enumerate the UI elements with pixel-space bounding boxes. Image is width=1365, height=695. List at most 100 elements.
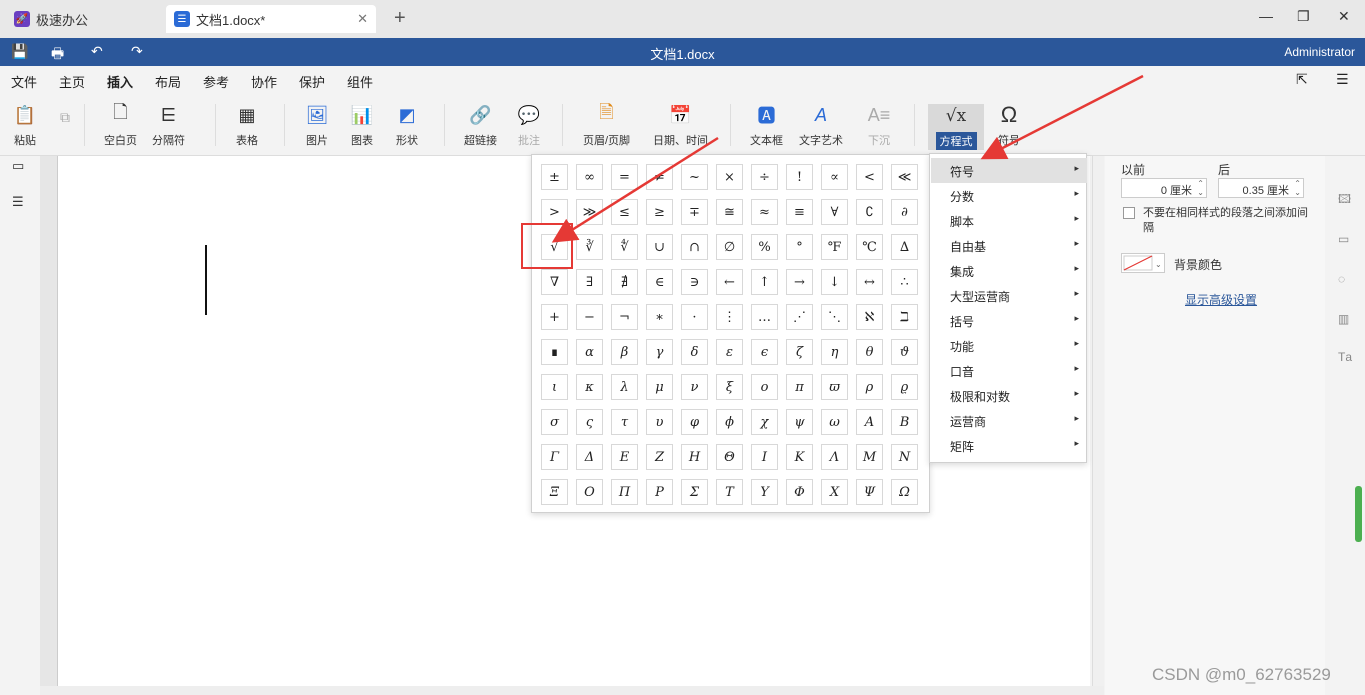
navigation-icon[interactable]: ☰ [12, 194, 24, 210]
symbol-cell[interactable]: ≡ [786, 199, 813, 225]
symbol-cell[interactable]: ∅ [716, 234, 743, 260]
picture-button[interactable]: 🖼 图片 [304, 102, 330, 148]
new-tab-button[interactable]: + [394, 7, 406, 30]
copy-icon[interactable]: ⧉ [52, 104, 78, 134]
menu-references[interactable]: 参考 [203, 72, 229, 91]
symbol-cell[interactable]: ν [681, 374, 708, 400]
symbol-cell[interactable]: ∇ [541, 269, 568, 295]
symbol-cell[interactable]: − [576, 304, 603, 330]
paste-button[interactable]: 📋 粘贴 [12, 102, 38, 148]
symbol-cell[interactable]: Ψ [856, 479, 883, 505]
symbol-cell[interactable]: ℵ [856, 304, 883, 330]
horizontal-scrollbar[interactable] [40, 686, 1104, 695]
symbol-cell[interactable]: ≈ [751, 199, 778, 225]
datetime-button[interactable]: 📅 日期、时间 [653, 102, 708, 148]
symbol-cell[interactable]: ≫ [576, 199, 603, 225]
menu-protect[interactable]: 保护 [299, 72, 325, 91]
symbol-cell[interactable]: ∪ [646, 234, 673, 260]
menu-item-equation-category[interactable]: 符号 ▸ [931, 158, 1087, 183]
symbol-cell[interactable]: ∗ [646, 304, 673, 330]
menu-item-equation-category[interactable]: 运营商 ▸ [931, 408, 1087, 433]
symbol-cell[interactable]: ⋱ [821, 304, 848, 330]
symbol-cell[interactable]: ↔ [856, 269, 883, 295]
symbol-cell[interactable]: + [541, 304, 568, 330]
symbol-cell[interactable]: ε [716, 339, 743, 365]
symbol-cell[interactable]: Ν [891, 444, 918, 470]
textbox-button[interactable]: 🅰 文本框 [750, 102, 783, 148]
symbol-cell[interactable]: ∆ [891, 234, 918, 260]
symbol-cell[interactable]: ∞ [576, 164, 603, 190]
symbol-cell[interactable]: ∋ [681, 269, 708, 295]
symbol-cell[interactable]: ς [576, 409, 603, 435]
menu-item-equation-category[interactable]: 大型运营商 ▸ [931, 283, 1087, 308]
minimize-icon[interactable]: — [1259, 8, 1273, 24]
symbol-cell[interactable]: ← [716, 269, 743, 295]
symbol-cell[interactable]: τ [611, 409, 638, 435]
symbol-cell[interactable]: Ω [891, 479, 918, 505]
dropcap-button[interactable]: A≡ 下沉 [866, 102, 892, 148]
menu-insert[interactable]: 插入 [107, 72, 134, 96]
chart-button[interactable]: 📊 图表 [349, 102, 375, 148]
symbol-cell[interactable]: → [786, 269, 813, 295]
symbol-cell[interactable]: = [611, 164, 638, 190]
symbol-cell[interactable]: · [681, 304, 708, 330]
symbol-cell[interactable]: ∛ [576, 234, 603, 260]
symbol-cell[interactable]: ∃ [576, 269, 603, 295]
symbol-cell[interactable]: ≅ [716, 199, 743, 225]
symbol-cell[interactable]: Ρ [646, 479, 673, 505]
menu-item-equation-category[interactable]: 矩阵 ▸ [931, 433, 1087, 458]
symbol-cell[interactable]: Φ [786, 479, 813, 505]
symbol-cell[interactable]: ° [786, 234, 813, 260]
symbol-cell[interactable]: Σ [681, 479, 708, 505]
symbol-cell[interactable]: ζ [786, 339, 813, 365]
symbol-cell[interactable]: ≠ [646, 164, 673, 190]
symbol-cell[interactable]: ~ [681, 164, 708, 190]
menu-home[interactable]: 主页 [59, 72, 85, 91]
comment-button[interactable]: 💬 批注 [516, 102, 542, 148]
symbol-cell[interactable]: η [821, 339, 848, 365]
chart-settings-icon[interactable]: ▥ [1338, 312, 1349, 326]
vertical-scrollbar[interactable] [1092, 156, 1104, 686]
symbol-cell[interactable]: Ο [576, 479, 603, 505]
symbol-cell[interactable]: χ [751, 409, 778, 435]
menu-item-equation-category[interactable]: 口音 ▸ [931, 358, 1087, 383]
symbol-cell[interactable]: Τ [716, 479, 743, 505]
close-icon[interactable]: ✕ [357, 11, 368, 27]
symbol-cell[interactable]: ψ [786, 409, 813, 435]
symbol-cell[interactable]: ο [751, 374, 778, 400]
symbol-cell[interactable]: ∄ [611, 269, 638, 295]
symbol-cell[interactable]: ℉ [821, 234, 848, 260]
symbol-cell[interactable]: Β [891, 409, 918, 435]
symbol-cell[interactable]: λ [611, 374, 638, 400]
symbol-cell[interactable]: ↑ [751, 269, 778, 295]
symbol-cell[interactable]: Η [681, 444, 708, 470]
symbol-cell[interactable]: σ [541, 409, 568, 435]
symbol-cell[interactable]: ϱ [891, 374, 918, 400]
symbol-cell[interactable]: κ [576, 374, 603, 400]
no-space-checkbox[interactable] [1123, 207, 1135, 219]
menu-item-equation-category[interactable]: 自由基 ▸ [931, 233, 1087, 258]
symbol-cell[interactable]: Γ [541, 444, 568, 470]
symbol-cell[interactable]: ϕ [716, 409, 743, 435]
symbol-cell[interactable]: ∀ [821, 199, 848, 225]
separator-button[interactable]: ⋿ 分隔符 [152, 102, 185, 148]
menu-layout[interactable]: 布局 [155, 72, 181, 91]
menu-item-equation-category[interactable]: 极限和对数 ▸ [931, 383, 1087, 408]
hamburger-icon[interactable]: ☰ [1336, 71, 1349, 88]
symbol-cell[interactable]: ∩ [681, 234, 708, 260]
background-color-picker[interactable]: ⌄ [1121, 253, 1165, 273]
symbol-cell[interactable]: % [751, 234, 778, 260]
menu-item-equation-category[interactable]: 括号 ▸ [931, 308, 1087, 333]
symbol-cell[interactable]: ∓ [681, 199, 708, 225]
symbol-cell[interactable]: ∈ [646, 269, 673, 295]
symbol-cell[interactable]: Π [611, 479, 638, 505]
symbol-cell[interactable]: ξ [716, 374, 743, 400]
blank-page-button[interactable]: 🗋 空白页 [104, 102, 137, 148]
image-settings-icon[interactable]: 🖾 [1338, 190, 1351, 211]
symbol-cell[interactable]: Μ [856, 444, 883, 470]
shape-settings-icon[interactable]: ◌ [1338, 272, 1345, 286]
close-window-icon[interactable]: ✕ [1338, 8, 1350, 25]
symbol-cell[interactable]: ± [541, 164, 568, 190]
symbol-cell[interactable]: ∝ [821, 164, 848, 190]
symbol-cell[interactable]: Χ [821, 479, 848, 505]
